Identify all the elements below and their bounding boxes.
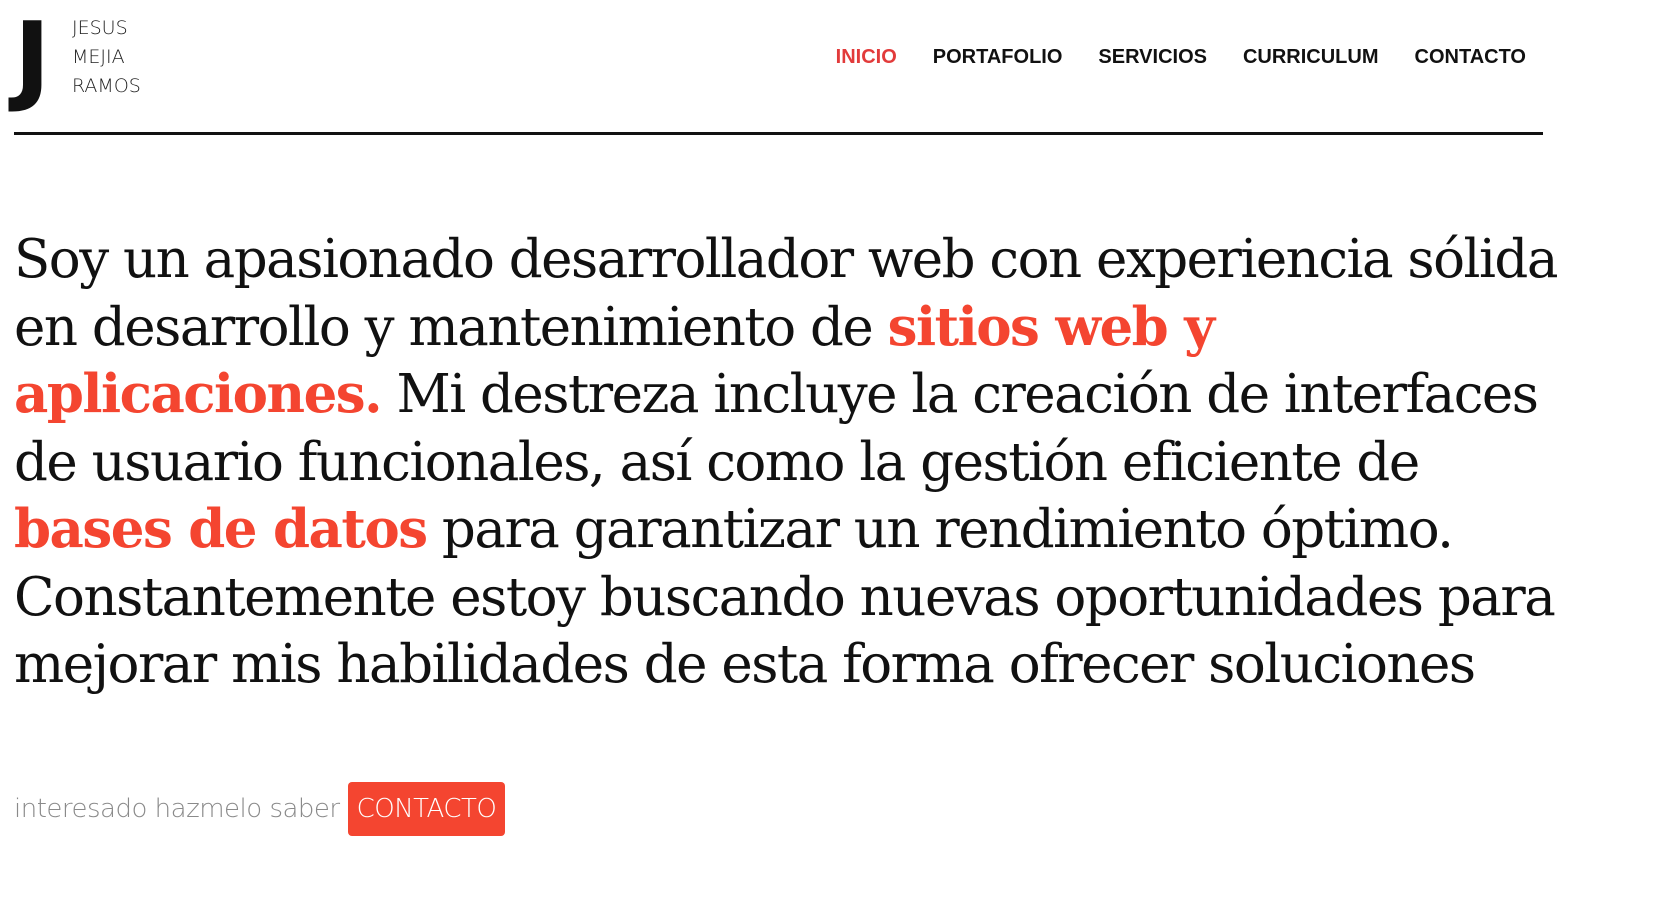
logo-name: JESUS MEJIA RAMOS — [72, 14, 141, 101]
contact-button[interactable]: CONTACTO — [347, 782, 506, 836]
intro-text: Soy un apasionado desarrollador web con … — [14, 229, 1558, 358]
nav-item-portafolio[interactable]: PORTAFOLIO — [933, 45, 1063, 69]
nav-item-curriculum[interactable]: CURRICULUM — [1243, 45, 1379, 69]
main-nav: INICIO PORTAFOLIO SERVICIOS CURRICULUM C… — [800, 45, 1526, 69]
logo-name-line: JESUS — [72, 17, 128, 39]
intro-highlight-bases: bases de datos — [14, 498, 428, 560]
intro-paragraph: Soy un apasionado desarrollador web con … — [14, 226, 1574, 699]
cta-row: interesado hazmelo saber CONTACTO — [14, 782, 506, 836]
cta-text: interesado hazmelo saber — [14, 794, 340, 824]
nav-item-inicio[interactable]: INICIO — [836, 45, 897, 69]
logo-name-line: RAMOS — [72, 75, 141, 97]
logo-name-line: MEJIA — [72, 46, 125, 68]
nav-item-servicios[interactable]: SERVICIOS — [1098, 45, 1207, 69]
nav-item-contacto[interactable]: CONTACTO — [1415, 45, 1526, 69]
logo-letter: J — [14, 2, 50, 116]
header-divider — [14, 132, 1543, 135]
